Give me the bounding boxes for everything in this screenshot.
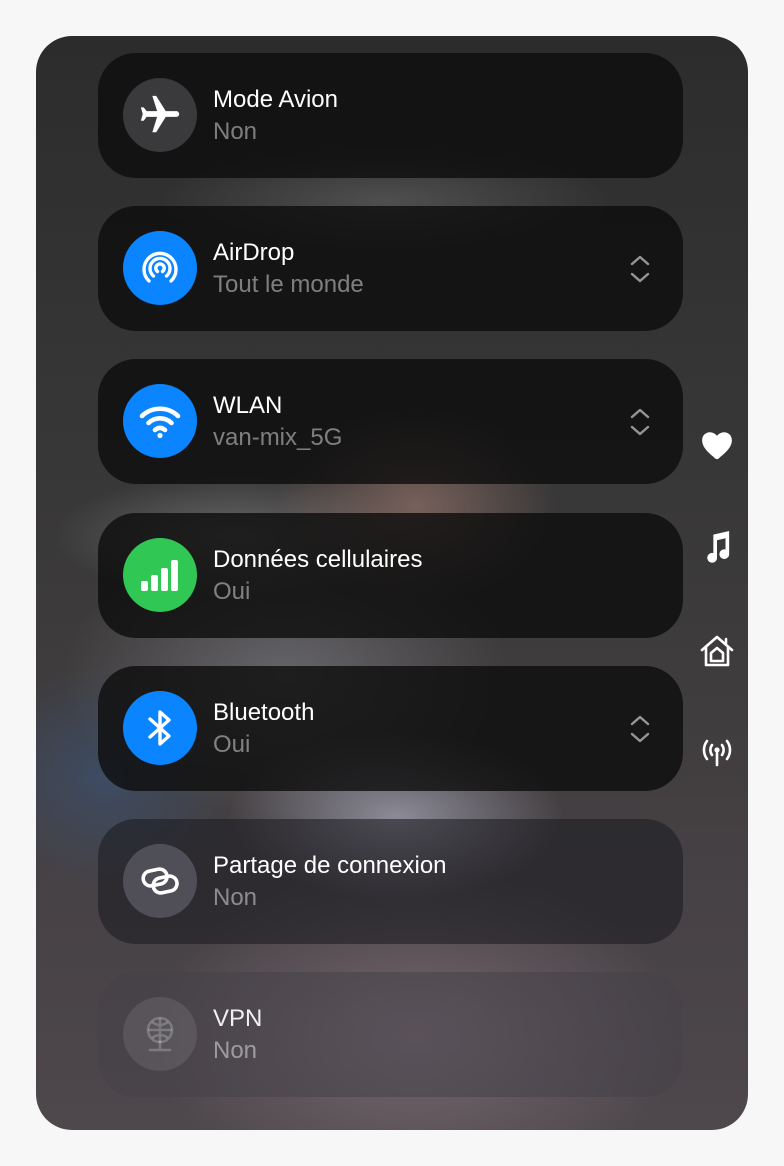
cellular-data-title: Données cellulaires <box>213 546 423 573</box>
expand-chevron-icon[interactable] <box>628 406 652 438</box>
airplane-mode-tile[interactable]: Mode Avion Non <box>98 53 683 178</box>
cellular-icon[interactable] <box>123 538 197 612</box>
airplane-mode-status: Non <box>213 118 258 145</box>
airdrop-tile[interactable]: AirDrop Tout le monde <box>98 206 683 331</box>
vpn-globe-icon[interactable] <box>123 997 197 1071</box>
personal-hotspot-tile[interactable]: Partage de connexion Non <box>98 819 683 944</box>
airplane-icon[interactable] <box>123 78 197 152</box>
broadcast-icon[interactable] <box>698 733 736 771</box>
wifi-icon[interactable] <box>123 384 197 458</box>
control-center-connectivity-panel: Mode Avion Non AirDrop Tout le monde WLA… <box>36 36 748 1130</box>
expand-chevron-icon[interactable] <box>628 713 652 745</box>
personal-hotspot-title: Partage de connexion <box>213 852 447 879</box>
wlan-tile[interactable]: WLAN van-mix_5G <box>98 359 683 484</box>
vpn-title: VPN <box>213 1005 263 1032</box>
airdrop-icon[interactable] <box>123 231 197 305</box>
bluetooth-status: Oui <box>213 731 251 758</box>
bluetooth-title: Bluetooth <box>213 699 315 726</box>
airdrop-title: AirDrop <box>213 239 295 266</box>
bluetooth-tile[interactable]: Bluetooth Oui <box>98 666 683 791</box>
cellular-data-status: Oui <box>213 578 251 605</box>
wlan-title: WLAN <box>213 392 283 419</box>
heart-icon[interactable] <box>698 426 736 464</box>
hotspot-link-icon[interactable] <box>123 844 197 918</box>
music-note-icon[interactable] <box>698 529 736 567</box>
home-icon[interactable] <box>698 632 736 670</box>
expand-chevron-icon[interactable] <box>628 253 652 285</box>
wlan-network-name: van-mix_5G <box>213 424 343 451</box>
vpn-tile[interactable]: VPN Non <box>98 972 683 1097</box>
vpn-status: Non <box>213 1037 258 1064</box>
personal-hotspot-status: Non <box>213 884 258 911</box>
bluetooth-icon[interactable] <box>123 691 197 765</box>
airdrop-status: Tout le monde <box>213 271 364 298</box>
airplane-mode-title: Mode Avion <box>213 86 338 113</box>
cellular-data-tile[interactable]: Données cellulaires Oui <box>98 513 683 638</box>
